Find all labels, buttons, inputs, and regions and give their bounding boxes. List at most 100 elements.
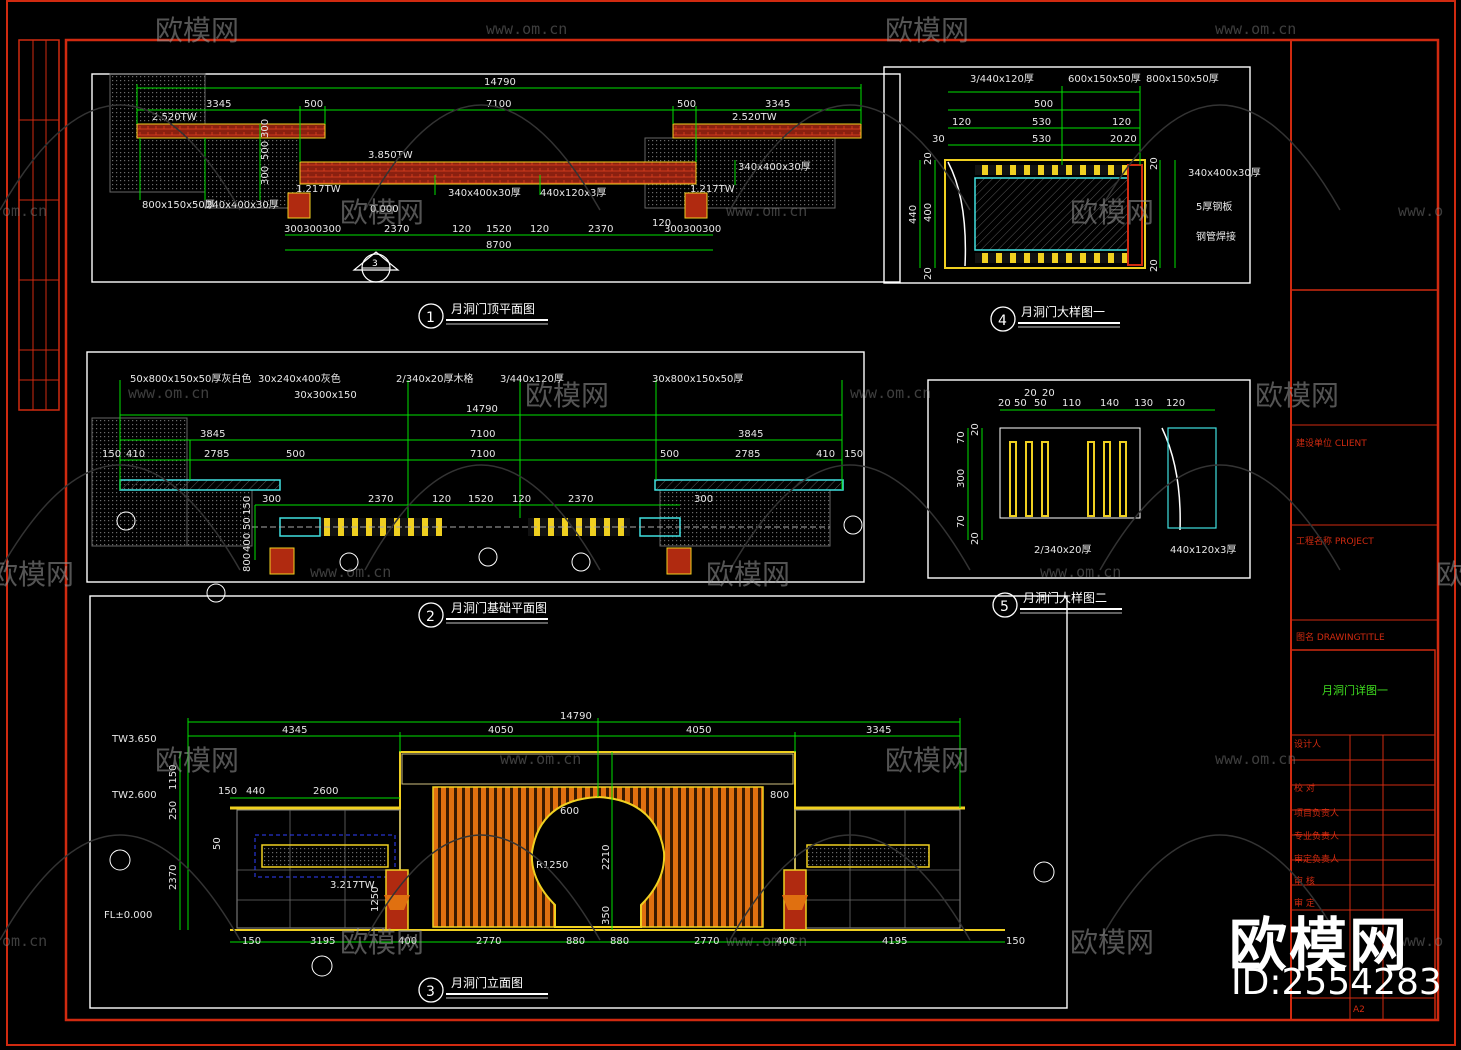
drawing-2-title: 2 月洞门基础平面图	[418, 600, 548, 628]
p2-dim-4: 2785	[204, 449, 229, 460]
e3-dim-3: 3345	[866, 725, 891, 736]
tb-role-0: 设计人	[1294, 738, 1321, 750]
drawing-3-elevation: 14790 4345 4050 4050 3345 150 440 2600 6…	[89, 595, 1068, 1009]
p1-dim-500-r: 500	[677, 99, 696, 110]
p2-dim-12: 410	[816, 449, 835, 460]
p2-wall-right	[654, 479, 844, 491]
p1-vdim-0: 300	[260, 119, 271, 138]
d4-dim-2: 530	[1032, 117, 1051, 128]
d4-dim-3: 530	[1032, 134, 1051, 145]
p2-dimb-6: 300	[694, 494, 713, 505]
p1-dim-3345-l: 3345	[206, 99, 231, 110]
d5-vdim-4: 20	[970, 532, 981, 545]
p2-post-r	[666, 547, 692, 575]
e3-vdim-4: 2210	[601, 845, 612, 870]
d4-dim-0: 500	[1034, 99, 1053, 110]
p2-wall-left	[119, 479, 281, 491]
e3-dimmid-2: 2600	[313, 786, 338, 797]
p2-note-4: 30x800x150x50厚	[652, 373, 743, 385]
d4-note-3: 340x400x30厚	[1188, 167, 1261, 179]
wm-brand-1: 欧模网	[155, 14, 239, 47]
p2-dim-6: 7100	[470, 449, 495, 460]
wm-brand-4: 欧模网	[1070, 196, 1154, 229]
e3-dimb-5: 880	[610, 936, 629, 947]
p1-elev-left: 2.520TW	[152, 112, 197, 123]
tb-role-5: 审 核	[1294, 875, 1315, 887]
left-strip-grid	[19, 40, 59, 410]
d4-dim-1: 120	[952, 117, 971, 128]
p2-dim-7: 500	[660, 449, 679, 460]
d4-vdim-1: 400	[923, 203, 934, 222]
d5-vdim-3: 20	[970, 423, 981, 436]
d2-num: 2	[426, 609, 435, 625]
e3-dim-total: 14790	[560, 711, 592, 722]
e3-dimb-3: 2770	[476, 936, 501, 947]
p1-elev-right: 2.520TW	[732, 112, 777, 123]
d5-dim-1: 50	[1014, 398, 1027, 409]
wm-brand-8: 欧模网	[706, 558, 790, 591]
p1-dim-7100: 7100	[486, 99, 511, 110]
e3-dimb-6: 2770	[694, 936, 719, 947]
wm-url-2: www.om.cn	[1215, 20, 1296, 38]
p2-dim-5: 500	[286, 449, 305, 460]
wm-url-7: www.om.cn	[850, 384, 931, 402]
e3-vdim-2: 50	[212, 837, 223, 850]
d5-dim-4: 20	[1042, 388, 1055, 399]
p2-dim-3: 3845	[738, 429, 763, 440]
e3-dimb-0: 150	[242, 936, 261, 947]
wm-url-3: om.cn	[2, 202, 47, 220]
tb-role-2: 项目负责人	[1294, 807, 1339, 819]
e3-dimb-4: 880	[566, 936, 585, 947]
d5-vdim-1: 300	[956, 469, 967, 488]
d5-note-0: 2/340x20厚	[1034, 544, 1091, 556]
d5-note-1: 440x120x3厚	[1170, 544, 1236, 556]
p1-dimb-0: 300300300	[284, 224, 341, 235]
d5-title: 月洞门大样图二	[1023, 590, 1107, 605]
p1-note-1: 240x400x30厚	[206, 199, 279, 211]
wm-url-6: www.om.cn	[128, 384, 209, 402]
tb-role-4: 审定负责人	[1294, 853, 1339, 865]
drawing-4-title: 4 月洞门大样图一	[990, 304, 1120, 332]
p2-dim-0: 14790	[466, 404, 498, 415]
drawing-4-detail-one: 3/440x120厚 600x150x50厚 800x150x50厚 340x4…	[883, 66, 1261, 284]
d4-dim-7: 30	[932, 134, 945, 145]
wm-brand-12: 欧模网	[340, 926, 424, 959]
wm-url-13: www.om.cn	[726, 932, 807, 950]
d1-num: 1	[426, 310, 435, 326]
e3-dimb-9: 150	[1006, 936, 1025, 947]
section-marker: 3	[352, 251, 400, 283]
d5-dim-3: 50	[1034, 398, 1047, 409]
p2-dimb-2: 120	[432, 494, 451, 505]
p1-dim-3345-r: 3345	[765, 99, 790, 110]
d4-vdim-4: 20	[1149, 157, 1160, 170]
p2-dim-8: 2785	[735, 449, 760, 460]
p2-hatch-right	[659, 489, 831, 547]
p1-note-4: 340x400x30厚	[738, 161, 811, 173]
d5-side-frame	[1167, 427, 1217, 529]
d5-slats	[1009, 441, 1127, 517]
roof-brick-center	[299, 161, 697, 185]
p1-note-3: 440x120x3厚	[540, 187, 606, 199]
p2-dimb-1: 2370	[368, 494, 393, 505]
d5-dim-6: 140	[1100, 398, 1119, 409]
p1-note-2: 340x400x30厚	[448, 187, 521, 199]
wm-url-8: www.om.cn	[310, 563, 391, 581]
d4-num: 4	[998, 313, 1007, 329]
wm-url-4: www.om.cn	[726, 202, 807, 220]
e3-vdim-5: 350	[601, 906, 612, 925]
drawing-1-roof-plan: 14790 3345 500 7100 500 3345 2.520TW 2.5…	[91, 73, 901, 283]
p1-elev-center: 3.850TW	[368, 150, 413, 161]
wm-brand-6: 欧模网	[1255, 379, 1339, 412]
d5-num: 5	[1000, 599, 1009, 615]
tb-project-label: 工程名称 PROJECT	[1296, 535, 1374, 547]
p2-dimb-5: 2370	[568, 494, 593, 505]
tb-role-1: 校 对	[1294, 782, 1315, 794]
p2-note-2: 2/340x20厚木格	[396, 372, 473, 385]
p1-elev-post-l: 1.217TW	[296, 184, 341, 195]
tb-drawing-label: 图名 DRAWINGTITLE	[1296, 631, 1385, 643]
p1-dim-500-l: 500	[304, 99, 323, 110]
tb-client-label: 建设单位 CLIENT	[1296, 437, 1367, 449]
p1-note-0: 800x150x50厚	[142, 199, 215, 211]
d5-dim-7: 130	[1134, 398, 1153, 409]
p2-dim-2: 7100	[470, 429, 495, 440]
